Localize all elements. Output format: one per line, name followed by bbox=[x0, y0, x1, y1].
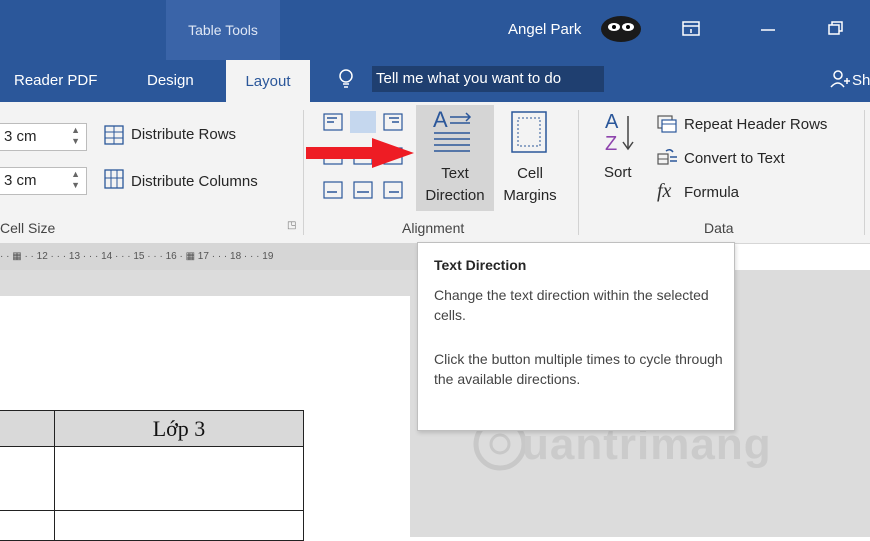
restore-icon[interactable] bbox=[826, 19, 846, 37]
lightbulb-icon bbox=[337, 68, 355, 90]
cell-margins-button[interactable]: Cell Margins bbox=[496, 105, 564, 211]
table-row: Lớp 3 bbox=[0, 410, 304, 447]
text-direction-tooltip: Text Direction Change the text direction… bbox=[417, 242, 735, 431]
distribute-rows-button[interactable]: Distribute Rows bbox=[131, 126, 236, 143]
ribbon-display-options-icon[interactable] bbox=[681, 20, 701, 38]
title-bar bbox=[0, 0, 870, 60]
text-direction-button[interactable]: A Text Direction bbox=[416, 105, 494, 211]
tell-me-input[interactable]: Tell me what you want to do bbox=[372, 66, 604, 92]
align-top-center-button[interactable] bbox=[350, 111, 376, 133]
share-icon[interactable] bbox=[830, 68, 850, 90]
cell-size-dialog-launcher-icon[interactable]: ◳ bbox=[287, 220, 296, 231]
avatar[interactable] bbox=[598, 14, 644, 44]
cell-margins-label-2: Margins bbox=[503, 187, 557, 204]
group-separator bbox=[864, 110, 865, 235]
formula-icon: fx bbox=[657, 180, 672, 202]
distribute-columns-button[interactable]: Distribute Columns bbox=[131, 173, 258, 190]
user-name[interactable]: Angel Park bbox=[508, 21, 581, 38]
table-cell[interactable] bbox=[54, 510, 304, 541]
cell-height-input[interactable]: 3 cm ▲ ▼ bbox=[0, 123, 87, 151]
text-direction-label-2: Direction bbox=[425, 187, 485, 204]
tooltip-title: Text Direction bbox=[434, 257, 527, 273]
tab-reader-pdf[interactable]: Reader PDF bbox=[14, 72, 97, 89]
tab-layout[interactable]: Layout bbox=[226, 60, 310, 102]
svg-text:A: A bbox=[605, 111, 619, 133]
group-separator bbox=[303, 110, 304, 235]
table-cell[interactable] bbox=[0, 446, 55, 511]
cell-height-value: 3 cm bbox=[4, 128, 37, 145]
distribute-columns-icon bbox=[103, 168, 125, 190]
convert-to-text-icon bbox=[656, 146, 678, 168]
convert-to-text-button[interactable]: Convert to Text bbox=[684, 150, 785, 167]
table-tools-label: Table Tools bbox=[166, 0, 280, 60]
minimize-icon[interactable] bbox=[758, 20, 778, 38]
table-tools-text: Table Tools bbox=[188, 22, 258, 38]
height-spinner-icon[interactable]: ▲ ▼ bbox=[71, 125, 80, 147]
text-direction-label-1: Text bbox=[441, 165, 469, 182]
table-cell[interactable] bbox=[0, 510, 55, 541]
svg-text:A: A bbox=[433, 107, 448, 132]
table-row bbox=[0, 510, 304, 541]
cell-width-input[interactable]: 3 cm ▲ ▼ bbox=[0, 167, 87, 195]
document-table[interactable]: Lớp 3 bbox=[0, 410, 304, 541]
cell-margins-label-1: Cell bbox=[517, 165, 543, 182]
table-cell[interactable] bbox=[0, 410, 55, 447]
alignment-group-label: Alignment bbox=[402, 220, 465, 236]
cell-size-group-label: Cell Size bbox=[0, 220, 56, 236]
cell-margins-icon bbox=[510, 110, 548, 154]
share-label[interactable]: Sh bbox=[852, 72, 870, 89]
table-header-cell[interactable]: Lớp 3 bbox=[54, 410, 304, 447]
repeat-header-rows-button[interactable]: Repeat Header Rows bbox=[684, 116, 827, 133]
tooltip-description: Change the text direction within the sel… bbox=[434, 287, 709, 323]
tooltip-hint: Click the button multiple times to cycle… bbox=[434, 351, 723, 387]
table-cell[interactable] bbox=[54, 446, 304, 511]
data-group-label: Data bbox=[704, 220, 734, 236]
formula-button[interactable]: Formula bbox=[684, 184, 739, 201]
group-separator bbox=[578, 110, 579, 235]
sort-button[interactable]: Sort bbox=[604, 164, 632, 181]
width-spinner-icon[interactable]: ▲ ▼ bbox=[71, 169, 80, 191]
tab-design[interactable]: Design bbox=[147, 72, 194, 89]
red-arrow-icon bbox=[306, 138, 414, 168]
text-direction-icon: A bbox=[432, 107, 476, 155]
repeat-header-rows-icon bbox=[656, 114, 678, 134]
sort-icon: A Z bbox=[602, 108, 638, 158]
horizontal-ruler[interactable]: · · ▦ · · 12 · · · 13 · · · 14 · · · 15 … bbox=[0, 244, 418, 270]
cell-width-value: 3 cm bbox=[4, 172, 37, 189]
distribute-rows-icon bbox=[103, 124, 125, 146]
table-row bbox=[0, 446, 304, 511]
svg-text:Z: Z bbox=[605, 133, 617, 155]
